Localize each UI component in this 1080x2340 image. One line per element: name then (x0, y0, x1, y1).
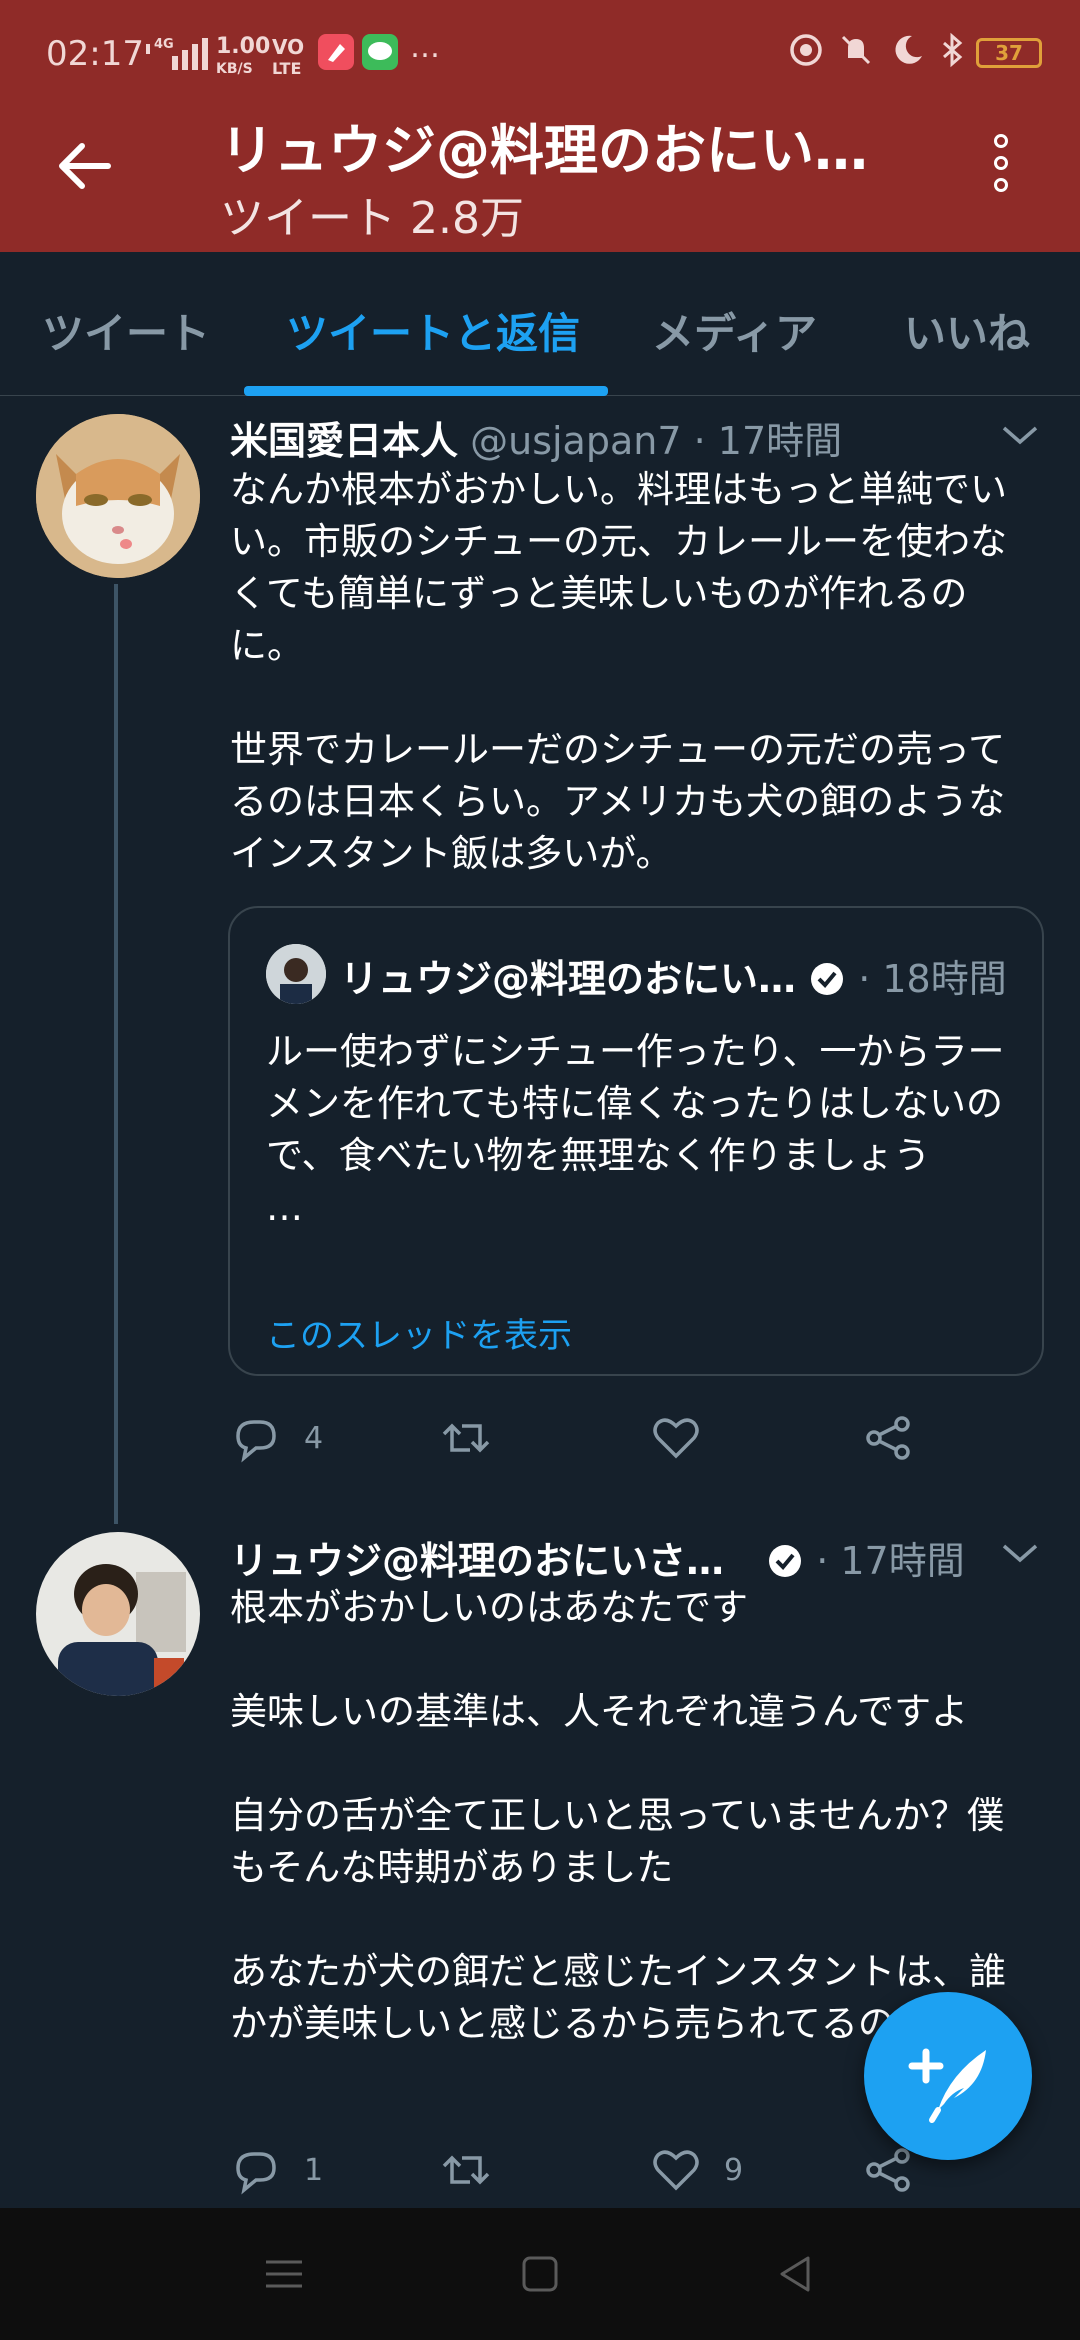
active-tab-indicator (244, 386, 608, 396)
reply-button[interactable]: 1 (230, 2140, 323, 2200)
tab-media[interactable]: メディア (652, 300, 817, 361)
do-not-disturb-icon (895, 35, 922, 64)
tweet-text: なんか根本がおかしい。料理はもっと単純でいい。市販のシチューの元、カレールーを使… (230, 464, 1040, 932)
svg-text:4G: 4G (154, 37, 174, 52)
tweet-paragraph: 世界でカレールーだのシチューの元だの売ってるのは日本くらい。アメリカも犬の餌のよ… (230, 728, 1006, 875)
quoted-time: · 18時間 (858, 957, 1007, 1001)
overflow-menu-icon[interactable] (986, 134, 1016, 204)
menu-icon[interactable] (262, 2252, 306, 2296)
reply-count: 4 (304, 1420, 324, 1456)
reply-icon (236, 1420, 276, 1463)
signal-icon: 4G (146, 37, 208, 70)
back-arrow-icon[interactable] (54, 136, 114, 196)
share-button[interactable] (862, 1408, 914, 1468)
tweet-count: ツイート 2.8万 (220, 193, 524, 244)
status-bar: 02:17 4G 1.00 KB/S VO LTE … 37 (0, 0, 1080, 104)
top-app-bar: 02:17 4G 1.00 KB/S VO LTE … 37 リュウジ@料理のお… (0, 0, 1080, 252)
reply-button[interactable]: 4 (230, 1408, 323, 1468)
mute-icon (841, 35, 871, 65)
author-handle: @usjapan7 (470, 419, 682, 463)
heart-icon (653, 1418, 699, 1459)
avatar[interactable] (36, 414, 200, 578)
compose-tweet-button[interactable] (864, 1992, 1032, 2160)
show-thread-link[interactable]: このスレッドを表示 (266, 1308, 572, 1357)
like-button[interactable]: 9 (650, 2140, 743, 2200)
tweet-header: 米国愛日本人 @usjapan7 · 17時間 (230, 410, 842, 465)
tab-likes[interactable]: いいね (904, 300, 1030, 361)
author-name[interactable]: 米国愛日本人 (230, 419, 458, 463)
tweet-actions: 4 (230, 1408, 990, 1468)
battery-indicator: 37 (976, 38, 1042, 68)
quoted-text: ルー使わずにシチュー作ったり、一からラーメンを作れても特に偉くなったりはしないの… (266, 1026, 1006, 1234)
notification-app-icon (318, 34, 354, 70)
author-name[interactable]: リュウジ@料理のおにいさ… (230, 1539, 724, 1583)
tab-tweets-and-replies[interactable]: ツイートと返信 (286, 300, 580, 361)
quoted-paragraph: ルー使わずにシチュー作ったり、一からラーメンを作れても特に偉くなったりはしないの… (266, 1030, 1005, 1177)
verified-badge-icon (769, 1545, 802, 1577)
retweet-icon (442, 1423, 490, 1453)
data-saver-icon (790, 34, 822, 66)
profile-title: リュウジ@料理のおにい… (220, 119, 868, 182)
tweet-paragraph: 根本がおかしいのはあなたです (230, 1586, 748, 1629)
back-triangle-icon[interactable] (774, 2252, 818, 2296)
chevron-down-icon[interactable] (1000, 1542, 1040, 1566)
quoted-tweet[interactable]: リュウジ@料理のおにい… · 18時間 ルー使わずにシチュー作ったり、一からラー… (228, 906, 1044, 1376)
reply-count: 1 (304, 2152, 324, 2188)
feather-plus-icon (908, 2048, 986, 2123)
tweet-time: · 17時間 (816, 1539, 965, 1583)
retweet-button[interactable] (440, 1408, 514, 1468)
quoted-ellipsis: … (266, 1186, 303, 1229)
like-button[interactable] (650, 1408, 724, 1468)
bluetooth-icon (943, 32, 963, 68)
system-navigation-bar (0, 2208, 1080, 2340)
tweet-paragraph: 自分の舌が全て正しいと思っていませんか？僕もそんな時期がありました (230, 1794, 1005, 1889)
heart-icon (653, 2150, 699, 2191)
more-notifications: … (410, 30, 440, 65)
retweet-icon (442, 2155, 490, 2185)
line-app-icon (362, 34, 398, 70)
tweet-header: リュウジ@料理のおにいさ… · 17時間 (230, 1530, 965, 1585)
reply-icon (236, 2152, 276, 2195)
share-icon (866, 1416, 910, 1460)
status-time: 02:17 (46, 34, 144, 74)
retweet-button[interactable] (440, 2140, 514, 2200)
quoted-header: リュウジ@料理のおにい… · 18時間 (340, 948, 1007, 1003)
volte-indicator: VO LTE (272, 35, 305, 78)
thread-connector (114, 584, 118, 1524)
chevron-down-icon[interactable] (1000, 424, 1040, 448)
profile-tabs: ツイート ツイートと返信 メディア いいね (0, 252, 1080, 396)
quoted-author-name: リュウジ@料理のおにい… (340, 957, 797, 1001)
tab-tweets[interactable]: ツイート (42, 300, 210, 361)
like-count: 9 (724, 2152, 744, 2188)
verified-badge-icon (811, 963, 844, 995)
home-icon[interactable] (518, 2252, 562, 2296)
tweet-time: · 17時間 (693, 419, 843, 463)
net-speed: 1.00 KB/S (216, 34, 271, 78)
tweet-paragraph: 美味しいの基準は、人それぞれ違うんですよ (230, 1690, 969, 1733)
avatar[interactable] (36, 1532, 200, 1696)
tweet-paragraph: なんか根本がおかしい。料理はもっと単純でいい。市販のシチューの元、カレールーを使… (230, 468, 1007, 667)
quoted-avatar (266, 944, 326, 1004)
